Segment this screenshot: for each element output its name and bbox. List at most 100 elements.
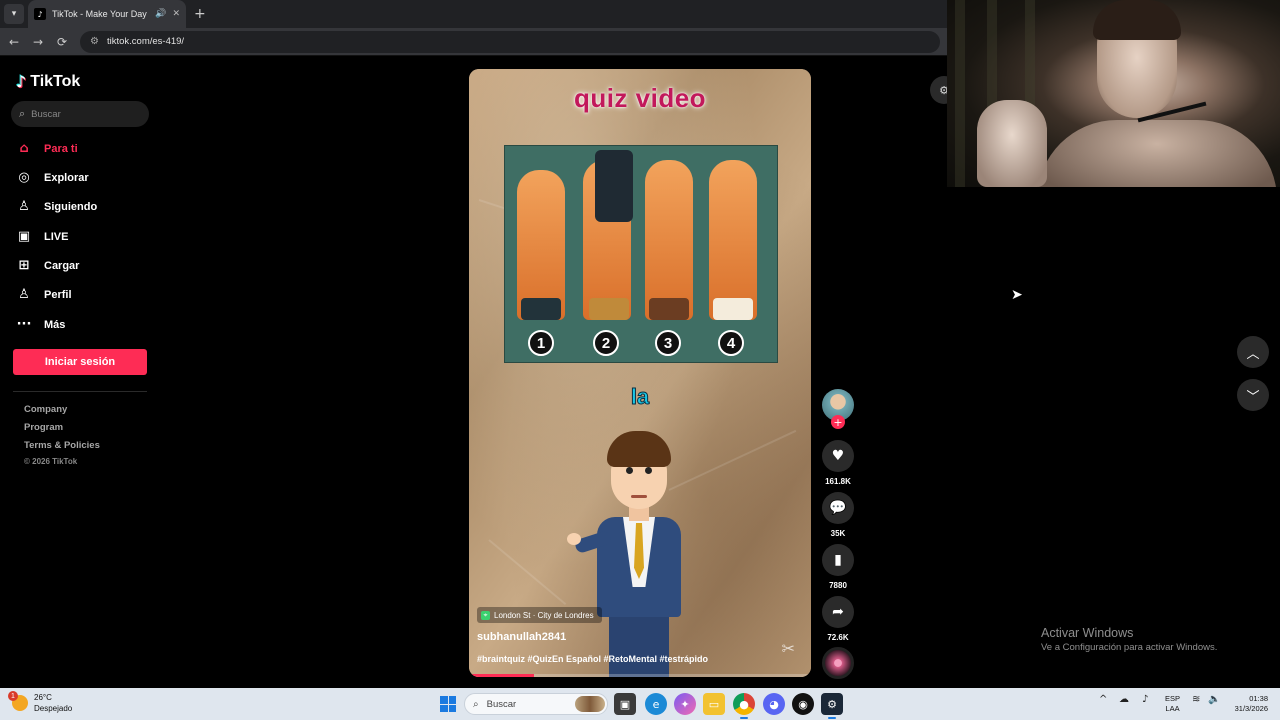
site-info-icon[interactable]: ⚙ <box>90 36 99 47</box>
tiktok-sidebar: ♪ TikTok ⌕ Buscar ⌂ Para ti ◎ Explorar ♙… <box>0 58 160 688</box>
tab-list-button[interactable]: ▾ <box>4 4 24 24</box>
video-title-overlay: quiz video <box>573 83 707 113</box>
activate-subtitle: Ve a Configuración para activar Windows. <box>1041 642 1218 653</box>
music-disc-icon[interactable] <box>822 647 854 679</box>
search-icon: ⌕ <box>19 107 26 120</box>
comment-button[interactable]: 💬 <box>822 492 854 524</box>
bookmark-icon: ▮ <box>834 552 842 568</box>
video-hashtags[interactable]: #braintquiz #QuizEn Español #RetoMental … <box>477 654 708 664</box>
clock-date: 31/3/2026 <box>1234 704 1268 713</box>
capcut-watermark-icon: ✂ <box>781 639 795 658</box>
nav-item-cargar[interactable]: ⊞ Cargar <box>16 258 80 273</box>
tray-overflow-icon[interactable]: ^ <box>1099 694 1107 705</box>
taskbar-search-placeholder: Buscar <box>486 698 517 710</box>
cloud-sync-icon[interactable]: ☁ <box>1119 694 1129 705</box>
video-progress-fill <box>469 674 534 677</box>
nav-label: Cargar <box>44 259 80 272</box>
sleeve <box>521 298 561 320</box>
speaker-icon[interactable]: 🔊 <box>155 9 166 19</box>
search-input[interactable]: ⌕ Buscar <box>11 101 149 127</box>
comment-count: 35K <box>830 529 846 538</box>
clock-time: 01:38 <box>1249 694 1268 703</box>
nav-item-siguiendo[interactable]: ♙ Siguiendo <box>16 199 97 214</box>
volume-icon[interactable]: 🔈 <box>1208 694 1220 705</box>
like-count: 161.8K <box>825 477 851 486</box>
weather-widget[interactable]: 1 26°C Despejado <box>8 691 72 714</box>
copyright-text: © 2026 TikTok <box>24 457 78 466</box>
taskbar-search[interactable]: ⌕ Buscar <box>464 693 608 715</box>
tiktok-logo[interactable]: ♪ TikTok <box>16 72 80 91</box>
chevron-up-icon: ︿ <box>1246 346 1260 362</box>
wifi-icon[interactable]: ≋ <box>1192 694 1200 705</box>
heart-icon: ♥ <box>831 448 845 464</box>
obs-icon[interactable]: ◉ <box>792 693 814 715</box>
nav-label: Para ti <box>44 142 78 155</box>
lang-bottom: LAA <box>1165 704 1180 713</box>
microphone-icon[interactable]: ♪ <box>1142 694 1148 705</box>
bracelet <box>589 298 629 320</box>
live-icon: ▣ <box>17 229 31 244</box>
follow-plus-icon[interactable]: + <box>831 415 845 429</box>
quiz-hands-image: 1 2 3 4 <box>504 145 778 363</box>
footer-link-program[interactable]: Program <box>24 422 63 433</box>
chrome-icon[interactable]: ● <box>733 693 755 719</box>
nav-item-perfil[interactable]: ♙ Perfil <box>16 287 71 302</box>
edge-icon[interactable]: e <box>645 693 667 715</box>
profile-icon: ♙ <box>18 287 30 302</box>
search-icon: ⌕ <box>473 698 479 710</box>
close-tab-icon[interactable]: ✕ <box>172 9 180 19</box>
new-tab-button[interactable]: + <box>194 6 206 22</box>
nav-item-para-ti[interactable]: ⌂ Para ti <box>16 141 78 156</box>
browser-tab[interactable]: ♪ TikTok - Make Your Day 🔊 ✕ <box>28 0 186 28</box>
forward-icon[interactable]: → <box>26 35 50 49</box>
nav-item-mas[interactable]: ··· Más <box>16 317 66 332</box>
mouse-cursor-icon: ➤ <box>1011 287 1023 303</box>
lang-top: ESP <box>1165 694 1181 703</box>
nav-item-live[interactable]: ▣ LIVE <box>16 229 69 244</box>
search-placeholder: Buscar <box>31 108 61 120</box>
nav-label: Siguiendo <box>44 200 98 213</box>
search-highlight-image <box>575 696 605 712</box>
option-number: 4 <box>718 330 744 356</box>
footer-link-terms[interactable]: Terms & Policies <box>24 440 100 451</box>
option-number: 2 <box>593 330 619 356</box>
comment-icon: 💬 <box>829 500 847 516</box>
address-bar[interactable]: ⚙ tiktok.com/es-419/ <box>80 30 940 53</box>
video-author[interactable]: subhanullah2841 <box>477 631 566 643</box>
activate-title: Activar Windows <box>1041 626 1134 640</box>
start-button[interactable] <box>440 696 456 712</box>
share-button[interactable]: ➦ <box>822 596 854 628</box>
location-tag[interactable]: ⌖ London St · City de Londres <box>477 607 602 623</box>
url-text: tiktok.com/es-419/ <box>106 36 185 47</box>
back-icon[interactable]: ← <box>2 35 26 49</box>
hand-option-3 <box>645 160 693 320</box>
logo-text: TikTok <box>30 72 81 90</box>
copilot-icon[interactable]: ✦ <box>674 693 696 715</box>
white-cuff <box>713 298 753 320</box>
nav-label: Más <box>44 318 66 331</box>
nav-label: Explorar <box>44 171 89 184</box>
next-video-button[interactable]: ﹀ <box>1237 379 1269 411</box>
discord-icon[interactable]: ◕ <box>763 693 785 715</box>
system-clock[interactable]: 01:38 31/3/2026 <box>1226 694 1268 714</box>
reload-icon[interactable]: ⟳ <box>50 35 74 49</box>
file-explorer-icon[interactable]: ▭ <box>703 693 725 715</box>
hand-option-4 <box>709 160 757 320</box>
login-button[interactable]: Iniciar sesión <box>13 349 147 375</box>
footer-link-company[interactable]: Company <box>24 404 67 415</box>
nav-item-explorar[interactable]: ◎ Explorar <box>16 170 89 185</box>
task-view-icon[interactable]: ▣ <box>614 693 636 715</box>
share-count: 72.6K <box>827 633 849 642</box>
tab-title: TikTok - Make Your Day <box>52 9 147 19</box>
phone-icon <box>595 150 633 222</box>
language-indicator[interactable]: ESP LAA <box>1165 694 1180 714</box>
video-progress-bar[interactable] <box>469 674 811 677</box>
location-pin-icon: ⌖ <box>481 610 490 620</box>
video-player[interactable]: quiz video 1 2 3 4 la ⌖ London St · City… <box>469 69 811 677</box>
option-number: 3 <box>655 330 681 356</box>
previous-video-button[interactable]: ︿ <box>1237 336 1269 368</box>
save-button[interactable]: ▮ <box>822 544 854 576</box>
steam-icon[interactable]: ⚙ <box>821 693 843 719</box>
upload-icon: ⊞ <box>18 258 30 273</box>
like-button[interactable]: ♥ <box>822 440 854 472</box>
